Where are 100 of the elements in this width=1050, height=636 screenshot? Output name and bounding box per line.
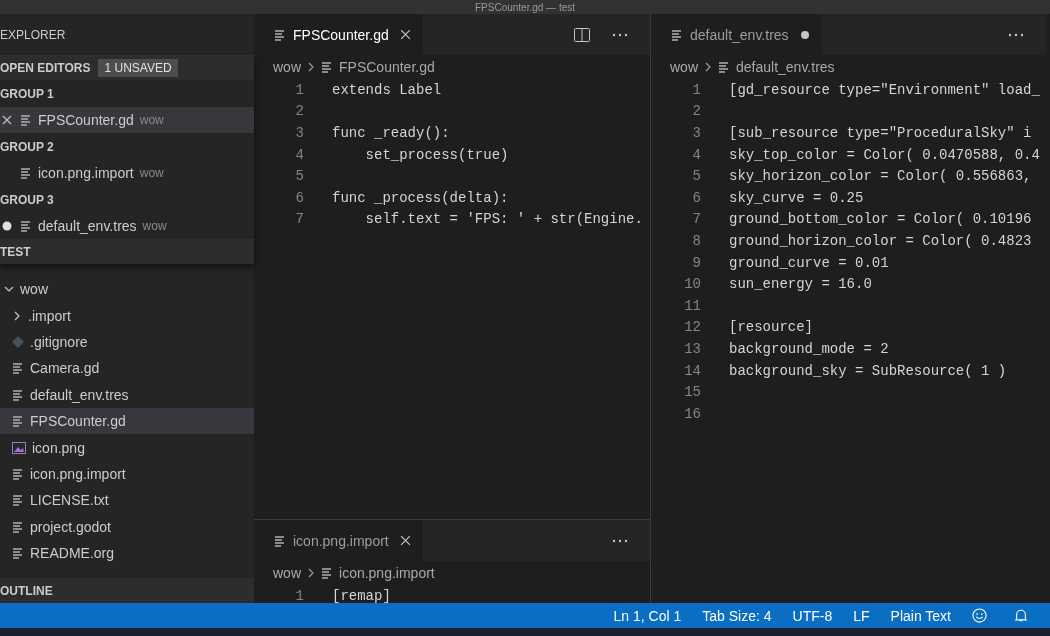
status-item[interactable]: LF: [853, 607, 870, 624]
line-number: 5: [294, 168, 304, 185]
lines-icon: [12, 362, 24, 375]
tree-item[interactable]: wow: [0, 276, 254, 303]
code-line: sky_top_color = Color( 0.0470588, 0.4: [729, 146, 1040, 163]
tree-item[interactable]: FPSCounter.gd: [0, 407, 254, 435]
line-number: 2: [294, 103, 304, 120]
code-line: sky_horizon_color = Color( 0.556863,: [729, 168, 1032, 185]
breadcrumb-folder[interactable]: wow: [273, 565, 301, 581]
file-name: Camera.gd: [30, 360, 100, 377]
line-number: 3: [691, 125, 701, 141]
unsaved-dot-icon[interactable]: [799, 29, 810, 40]
chevron-right-icon: [12, 310, 22, 321]
code-line: set_process(true): [364, 146, 509, 163]
line-number: 10: [683, 276, 701, 293]
close-icon[interactable]: [2, 115, 12, 125]
smiley-icon[interactable]: [972, 608, 987, 623]
folder-hint: wow: [139, 166, 164, 180]
code-line: ground_horizon_color = Color( 0.4823: [729, 232, 1032, 249]
line-number: 1: [294, 587, 304, 603]
editor-tab[interactable]: icon.png.import: [254, 520, 423, 561]
line-number: 1: [691, 81, 701, 98]
line-number: 3: [294, 125, 304, 141]
lines-icon: [321, 567, 333, 579]
line-number: 16: [683, 405, 701, 422]
file-name: FPSCounter.gd: [30, 413, 126, 430]
code-line: background_mode = 2: [729, 340, 889, 357]
line-number: 9: [691, 254, 701, 271]
lines-icon: [718, 61, 730, 73]
file-name: icon.png.import: [38, 165, 134, 181]
code-line: ground_bottom_color = Color( 0.10196: [729, 211, 1032, 228]
code-line: [resource]: [729, 319, 813, 336]
tree-item[interactable]: .gitignore: [0, 328, 254, 356]
split-editor-icon[interactable]: [574, 26, 590, 43]
file-name: default_env.tres: [30, 386, 129, 403]
lines-icon: [274, 28, 286, 41]
breadcrumb-file[interactable]: default_env.tres: [736, 59, 835, 75]
lines-icon: [12, 388, 24, 401]
bell-icon[interactable]: [1014, 608, 1028, 623]
breadcrumb-file[interactable]: FPSCounter.gd: [339, 59, 435, 75]
code-line: [remap]: [332, 587, 391, 603]
line-number: 1: [294, 81, 304, 98]
breadcrumb-file[interactable]: icon.png.import: [339, 565, 435, 581]
open-editor-item[interactable]: icon.png.import wow: [0, 160, 254, 186]
status-item[interactable]: Tab Size: 4: [702, 607, 772, 624]
file-name: wow: [20, 281, 48, 298]
file-name: .gitignore: [30, 333, 88, 350]
line-number: 7: [294, 211, 304, 228]
open-editor-item[interactable]: default_env.tres wow: [0, 213, 254, 239]
file-name: icon.png: [32, 439, 85, 456]
line-number: 8: [691, 232, 701, 249]
group-title: GROUP 2: [0, 139, 54, 154]
unsaved-dot-icon[interactable]: [2, 221, 12, 231]
folder-hint: wow: [142, 219, 167, 233]
lines-icon: [20, 114, 32, 126]
section-title[interactable]: TEST: [0, 244, 31, 259]
line-number: 6: [691, 189, 701, 206]
status-item[interactable]: Ln 1, Col 1: [613, 607, 682, 624]
close-icon[interactable]: [399, 29, 411, 40]
more-icon[interactable]: [612, 32, 628, 37]
lines-icon: [321, 61, 333, 73]
lines-icon: [20, 220, 32, 232]
code-line: [sub_resource type="ProceduralSky" i: [729, 125, 1032, 141]
breadcrumb-folder[interactable]: wow: [273, 59, 301, 75]
lines-icon: [12, 520, 24, 533]
open-editor-item[interactable]: FPSCounter.gd wow: [0, 107, 254, 133]
breadcrumb-folder[interactable]: wow: [670, 59, 698, 75]
code-line: sky_curve = 0.25: [729, 189, 864, 206]
file-name: LICENSE.txt: [30, 492, 109, 509]
line-number: 12: [683, 319, 701, 336]
chevron-right-icon: [307, 62, 315, 72]
tree-item[interactable]: README.org: [0, 539, 254, 567]
more-icon[interactable]: [612, 538, 628, 543]
line-number: 4: [294, 146, 304, 163]
tree-item[interactable]: project.godot: [0, 513, 254, 540]
file-name: .import: [28, 307, 71, 324]
code-line: extends Label: [332, 81, 442, 98]
close-icon[interactable]: [399, 535, 411, 546]
editor-tab[interactable]: FPSCounter.gd: [254, 14, 423, 55]
line-number: 11: [683, 297, 701, 314]
lines-icon: [12, 415, 24, 428]
lines-icon: [20, 167, 32, 179]
status-item[interactable]: UTF-8: [792, 607, 833, 624]
section-header[interactable]: OPEN EDITORS 1 UNSAVED: [0, 55, 254, 80]
file-name: icon.png.import: [30, 465, 126, 482]
tree-item[interactable]: LICENSE.txt: [0, 487, 254, 514]
line-number: 2: [691, 103, 701, 120]
more-icon[interactable]: [1008, 32, 1024, 37]
tree-item[interactable]: .import: [0, 302, 254, 329]
tree-item[interactable]: Camera.gd: [0, 355, 254, 382]
tree-item[interactable]: icon.png: [0, 434, 254, 461]
file-name: FPSCounter.gd: [38, 112, 134, 128]
diamond-icon: [12, 335, 24, 348]
line-number: 6: [294, 189, 304, 206]
section-title[interactable]: OUTLINE: [0, 583, 53, 598]
section-title: OPEN EDITORS: [0, 60, 91, 75]
status-item[interactable]: Plain Text: [890, 607, 951, 624]
tree-item[interactable]: icon.png.import: [0, 460, 254, 488]
editor-tab[interactable]: default_env.tres: [651, 14, 822, 55]
tree-item[interactable]: default_env.tres: [0, 381, 254, 408]
